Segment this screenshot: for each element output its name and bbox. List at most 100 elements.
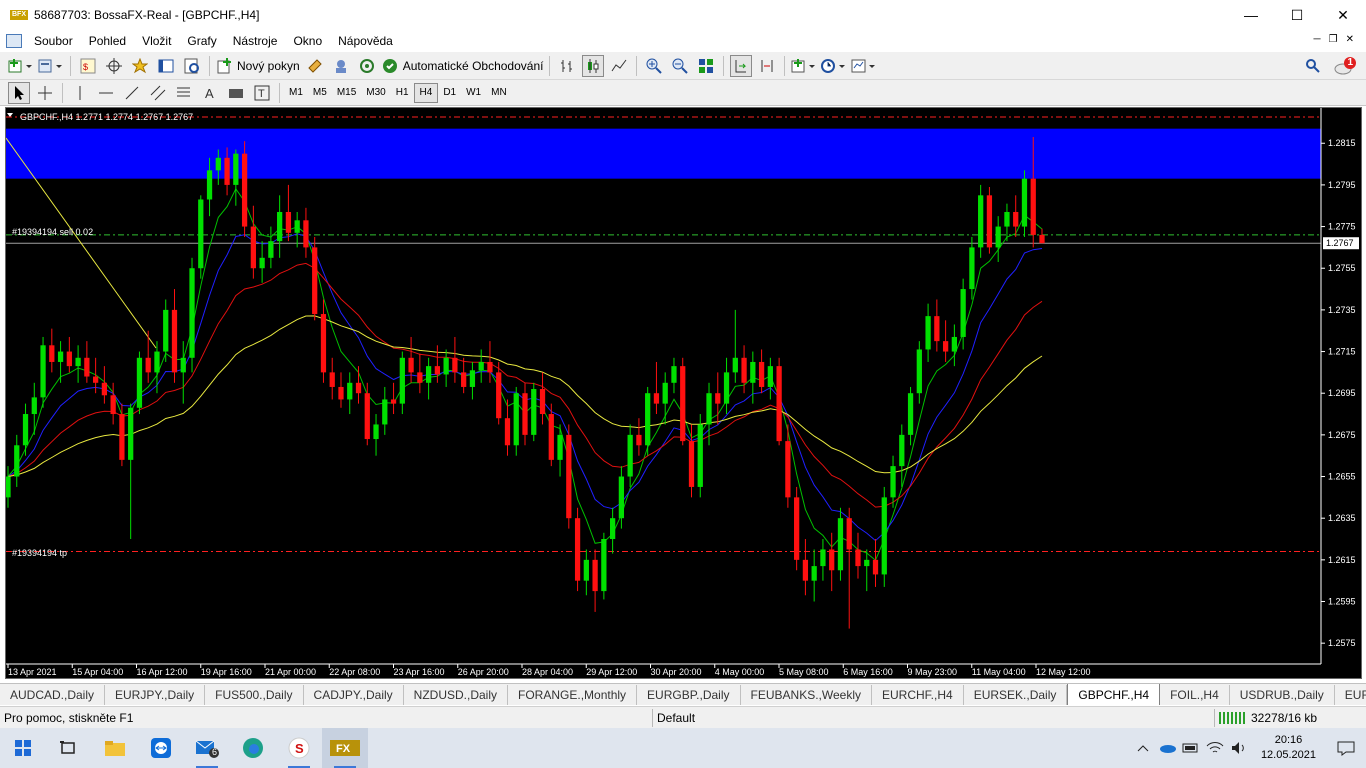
chart-shift-icon[interactable] bbox=[756, 55, 778, 77]
teamviewer-icon[interactable] bbox=[138, 728, 184, 768]
auto-scroll-icon[interactable] bbox=[730, 54, 753, 77]
volume-icon[interactable] bbox=[1227, 728, 1251, 768]
chart-tab[interactable]: FEUBANKS.,Weekly bbox=[741, 685, 873, 705]
zoom-in-icon[interactable] bbox=[643, 55, 665, 77]
menu-pohled[interactable]: Pohled bbox=[81, 34, 134, 48]
timeframe-w1[interactable]: W1 bbox=[461, 83, 486, 103]
drawing-toolbar: A T M1 M5 M15 M30 H1 H4 D1 W1 MN bbox=[0, 80, 1366, 106]
menu-nastroje[interactable]: Nástroje bbox=[225, 34, 286, 48]
edge-icon[interactable] bbox=[230, 728, 276, 768]
chart-tab[interactable]: NZDUSD.,Daily bbox=[404, 685, 509, 705]
new-order-button[interactable]: Nový pokyn bbox=[216, 55, 300, 77]
onedrive-icon[interactable] bbox=[1155, 728, 1179, 768]
timeframe-h1[interactable]: H1 bbox=[391, 83, 414, 103]
chart-tab[interactable]: CADJPY.,Daily bbox=[304, 685, 404, 705]
current-price-label: 1.2767 bbox=[1326, 238, 1354, 248]
notifications-icon[interactable]: 1 bbox=[1332, 55, 1358, 77]
clock[interactable]: 20:16 12.05.2021 bbox=[1261, 733, 1316, 763]
chart-tab[interactable]: EURJPY.,Daily bbox=[105, 685, 206, 705]
chart-tab[interactable]: FOIL.,H4 bbox=[1160, 685, 1230, 705]
templates-button[interactable] bbox=[851, 55, 877, 77]
timeframe-m5[interactable]: M5 bbox=[308, 83, 332, 103]
signals-icon[interactable] bbox=[356, 55, 378, 77]
timeframe-d1[interactable]: D1 bbox=[438, 83, 461, 103]
time-tick-label: 26 Apr 20:00 bbox=[458, 667, 509, 677]
community-icon[interactable] bbox=[330, 55, 352, 77]
chart-tab[interactable]: EURSEK.,Daily bbox=[964, 685, 1068, 705]
action-center-icon[interactable] bbox=[1326, 728, 1366, 768]
market-watch-icon[interactable]: $ bbox=[77, 55, 99, 77]
periods-button[interactable] bbox=[821, 55, 847, 77]
crosshair-icon[interactable] bbox=[34, 82, 56, 104]
mdi-minimize-button[interactable]: ─ bbox=[1314, 34, 1321, 45]
equidistant-channel-icon[interactable] bbox=[147, 82, 169, 104]
time-tick-label: 21 Apr 00:00 bbox=[265, 667, 316, 677]
chart-window-icon[interactable] bbox=[6, 34, 22, 48]
bossafx-taskbar-icon[interactable]: FX bbox=[322, 728, 368, 768]
chart-window[interactable]: 1.2815 1.2795 1.2775 1.2755 1.2735 1.2715 1.26… bbox=[5, 107, 1362, 679]
chart-tab[interactable]: FORANGE.,Monthly bbox=[508, 685, 638, 705]
mdi-restore-button[interactable]: ❐ bbox=[1329, 34, 1338, 45]
label-icon[interactable] bbox=[225, 82, 247, 104]
task-view-icon[interactable] bbox=[46, 728, 92, 768]
chart-tab[interactable]: EURCHF.,H4 bbox=[872, 685, 964, 705]
navigator-star-icon[interactable] bbox=[129, 55, 151, 77]
tile-windows-icon[interactable] bbox=[695, 55, 717, 77]
indicators-button[interactable] bbox=[791, 55, 817, 77]
bar-chart-icon[interactable] bbox=[556, 55, 578, 77]
status-traffic[interactable]: 32278/16 kb bbox=[1214, 709, 1317, 727]
start-button[interactable] bbox=[0, 728, 46, 768]
new-chart-button[interactable] bbox=[8, 55, 34, 77]
vertical-line-icon[interactable] bbox=[69, 82, 91, 104]
chart-tab[interactable]: GBPCHF.,H4 bbox=[1067, 684, 1161, 705]
candlestick-chart-icon[interactable] bbox=[582, 54, 605, 77]
status-profile[interactable]: Default bbox=[652, 709, 695, 727]
profiles-button[interactable] bbox=[38, 55, 64, 77]
mail-icon[interactable]: 6 bbox=[184, 728, 230, 768]
cursor-icon[interactable] bbox=[8, 81, 30, 104]
price-tick-label: 1.2795 bbox=[1328, 180, 1356, 190]
new-order-label: Nový pokyn bbox=[237, 58, 300, 73]
wifi-icon[interactable] bbox=[1203, 728, 1227, 768]
chart-tab[interactable]: EURGBP.,Daily bbox=[637, 685, 741, 705]
timeframe-m30[interactable]: M30 bbox=[361, 83, 390, 103]
chart-tab[interactable]: USDRUB.,Daily bbox=[1230, 685, 1335, 705]
sell-order-label: #19394194 sell 0.02 bbox=[12, 227, 93, 237]
timeframe-m15[interactable]: M15 bbox=[332, 83, 361, 103]
close-button[interactable]: ✕ bbox=[1320, 0, 1366, 30]
text-icon[interactable]: A bbox=[199, 82, 221, 104]
menu-okno[interactable]: Okno bbox=[285, 34, 330, 48]
timeframe-mn[interactable]: MN bbox=[486, 83, 512, 103]
menu-vlozit[interactable]: Vložit bbox=[134, 34, 179, 48]
text-label-icon[interactable]: T bbox=[251, 82, 273, 104]
fibonacci-icon[interactable] bbox=[173, 82, 195, 104]
chart-tab[interactable]: AUDCAD.,Daily bbox=[0, 685, 106, 705]
metaeditor-icon[interactable] bbox=[304, 55, 326, 77]
maximize-button[interactable]: ☐ bbox=[1274, 0, 1320, 30]
bossa-app-icon[interactable]: S bbox=[276, 728, 322, 768]
strategy-tester-icon[interactable] bbox=[181, 55, 203, 77]
menu-grafy[interactable]: Grafy bbox=[179, 34, 224, 48]
search-icon[interactable] bbox=[1302, 55, 1324, 77]
price-chart[interactable]: 1.2815 1.2795 1.2775 1.2755 1.2735 1.2715 1.26… bbox=[5, 108, 1361, 678]
trendline-icon[interactable] bbox=[121, 82, 143, 104]
file-explorer-icon[interactable] bbox=[92, 728, 138, 768]
line-chart-icon[interactable] bbox=[608, 55, 630, 77]
battery-icon[interactable] bbox=[1179, 728, 1203, 768]
menu-soubor[interactable]: Soubor bbox=[26, 34, 81, 48]
terminal-icon[interactable] bbox=[155, 55, 177, 77]
tray-chevron-up-icon[interactable] bbox=[1131, 728, 1155, 768]
supply-zone-rectangle[interactable] bbox=[6, 128, 1321, 179]
minimize-button[interactable]: — bbox=[1228, 0, 1274, 30]
crosshair-move-icon[interactable] bbox=[103, 55, 125, 77]
timeframe-m1[interactable]: M1 bbox=[284, 83, 308, 103]
chart-tab[interactable]: EURRU bbox=[1335, 685, 1366, 705]
horizontal-line-icon[interactable] bbox=[95, 82, 117, 104]
zoom-out-icon[interactable] bbox=[669, 55, 691, 77]
mdi-close-button[interactable]: ✕ bbox=[1346, 34, 1354, 45]
timeframe-h4[interactable]: H4 bbox=[413, 82, 439, 103]
menu-napoveda[interactable]: Nápověda bbox=[330, 34, 401, 48]
chart-tab[interactable]: FUS500.,Daily bbox=[205, 685, 304, 705]
auto-trading-button[interactable]: Automatické Obchodování bbox=[382, 55, 543, 77]
price-tick-label: 1.2575 bbox=[1328, 638, 1356, 648]
